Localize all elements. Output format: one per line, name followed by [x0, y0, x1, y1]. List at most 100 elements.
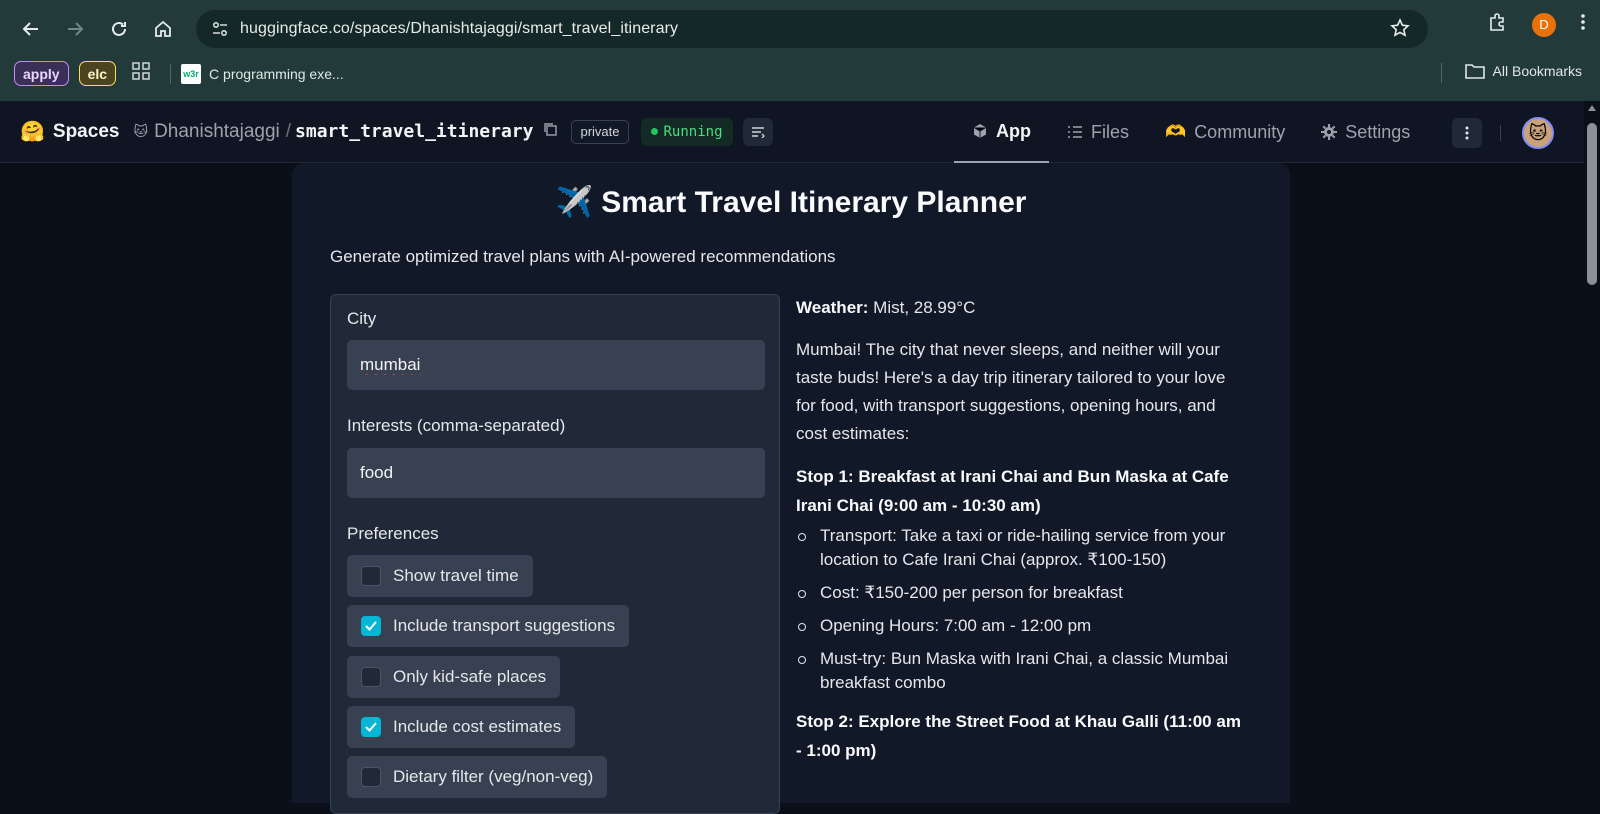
- apps-grid-icon[interactable]: [132, 62, 150, 85]
- gear-icon: [1321, 124, 1338, 140]
- city-label: City: [347, 309, 377, 328]
- copy-icon[interactable]: [543, 122, 558, 141]
- profile-avatar[interactable]: D: [1532, 12, 1556, 37]
- app-description: Generate optimized travel plans with AI-…: [330, 247, 836, 266]
- visibility-badge: private: [571, 119, 629, 144]
- list-item: Must-try: Bun Maska with Irani Chai, a c…: [796, 647, 1246, 695]
- all-bookmarks-button[interactable]: All Bookmarks: [1464, 63, 1582, 79]
- city-input[interactable]: [347, 340, 765, 390]
- checkbox-checked-icon[interactable]: [361, 717, 381, 737]
- tab-files[interactable]: Files: [1049, 101, 1147, 163]
- browser-menu-icon[interactable]: [1580, 12, 1586, 37]
- space-tabs: App Files 🫶 Community Settings: [954, 101, 1428, 163]
- logs-icon: [751, 126, 765, 138]
- home-button[interactable]: [146, 12, 180, 46]
- pref-label: Only kid-safe places: [393, 667, 547, 686]
- bookmark-c-programming[interactable]: C programming exe...: [209, 66, 344, 82]
- app-container: ✈️ Smart Travel Itinerary Planner Genera…: [292, 163, 1290, 814]
- repo-breadcrumb: 🐱 Dhanishtajaggi / smart_travel_itinerar…: [133, 121, 533, 143]
- tab-settings[interactable]: Settings: [1303, 101, 1428, 163]
- forward-button[interactable]: [58, 12, 92, 46]
- back-button[interactable]: [14, 12, 48, 46]
- address-bar[interactable]: huggingface.co/spaces/Dhanishtajaggi/sma…: [196, 10, 1428, 48]
- logs-button[interactable]: [742, 117, 773, 146]
- checkbox-unchecked-icon[interactable]: [361, 767, 381, 787]
- pref-kid-safe[interactable]: Only kid-safe places: [347, 656, 561, 698]
- reload-button[interactable]: [102, 12, 136, 46]
- tab-app-label: App: [996, 120, 1031, 141]
- hugging-face-icon: 🤗: [20, 121, 45, 143]
- spaces-brand: Spaces: [52, 120, 120, 142]
- scroll-up-arrow-icon[interactable]: [1588, 105, 1596, 111]
- browser-chrome: huggingface.co/spaces/Dhanishtajaggi/sma…: [0, 0, 1600, 101]
- list-item: Opening Hours: 7:00 am - 12:00 pm: [796, 614, 1246, 638]
- pref-show-travel-time[interactable]: Show travel time: [347, 555, 533, 597]
- status-dot-icon: [650, 128, 658, 135]
- kebab-menu-icon: [1465, 126, 1469, 140]
- cube-icon: [973, 124, 987, 138]
- bookmarks-bar: apply elc w3r C programming exe... All B…: [0, 52, 1600, 95]
- extensions-icon[interactable]: [1488, 12, 1508, 37]
- preferences-label: Preferences: [347, 524, 439, 543]
- pref-include-transport[interactable]: Include transport suggestions: [347, 605, 630, 647]
- list-item: Cost: ₹150-200 per person for breakfast: [796, 581, 1246, 605]
- breadcrumb-separator: /: [285, 120, 292, 142]
- more-options-button[interactable]: [1452, 118, 1482, 148]
- pref-label: Include cost estimates: [393, 717, 562, 736]
- owner-avatar-icon: 🐱: [133, 123, 149, 139]
- status-text: Running: [663, 123, 723, 140]
- header-separator: [1500, 125, 1501, 141]
- interests-label: Interests (comma-separated): [347, 416, 566, 435]
- checkbox-unchecked-icon[interactable]: [361, 667, 381, 687]
- tab-community[interactable]: 🫶 Community: [1147, 101, 1303, 163]
- arrow-left-icon: [22, 22, 38, 36]
- home-icon: [155, 20, 171, 37]
- user-avatar[interactable]: 🐱: [1522, 117, 1554, 149]
- interests-input[interactable]: [347, 448, 765, 498]
- list-item: Transport: Take a taxi or ride-hailing s…: [796, 524, 1246, 572]
- spaces-logo[interactable]: 🤗 Spaces: [20, 119, 119, 144]
- checkbox-checked-icon[interactable]: [361, 616, 381, 636]
- bookmark-separator: [170, 63, 172, 84]
- bookmark-star-icon[interactable]: [1390, 18, 1410, 43]
- scroll-thumb[interactable]: [1587, 123, 1597, 285]
- weather-value: Mist, 28.99°C: [868, 298, 976, 317]
- all-bookmarks-label: All Bookmarks: [1492, 63, 1582, 79]
- pref-label: Dietary filter (veg/non-veg): [393, 767, 594, 786]
- tab-files-label: Files: [1091, 121, 1130, 142]
- bookmark-elc[interactable]: elc: [78, 61, 117, 86]
- files-icon: [1068, 126, 1082, 138]
- pref-cost-estimates[interactable]: Include cost estimates: [347, 706, 576, 748]
- weather-label: Weather:: [796, 298, 869, 317]
- arrow-right-icon: [68, 22, 84, 36]
- stop-heading: Stop 2: Explore the Street Food at Khau …: [796, 712, 1241, 760]
- itinerary-intro: Mumbai! The city that never sleeps, and …: [796, 340, 1226, 443]
- bookmark-apply[interactable]: apply: [14, 61, 69, 86]
- checkbox-unchecked-icon[interactable]: [361, 566, 381, 586]
- spaces-header: 🤗 Spaces 🐱 Dhanishtajaggi / smart_travel…: [0, 101, 1600, 163]
- url-text[interactable]: huggingface.co/spaces/Dhanishtajaggi/sma…: [240, 20, 678, 38]
- bookmark-separator-right: [1441, 63, 1442, 83]
- tab-community-label: Community: [1194, 121, 1286, 142]
- pref-dietary-filter[interactable]: Dietary filter (veg/non-veg): [347, 756, 608, 798]
- stop-heading: Stop 1: Breakfast at Irani Chai and Bun …: [796, 467, 1229, 515]
- input-form-panel: City Interests (comma-separated) Prefere…: [330, 294, 780, 814]
- owner-link[interactable]: Dhanishtajaggi: [154, 121, 280, 143]
- site-info-icon[interactable]: [200, 20, 240, 38]
- browser-toolbar-right: D: [1488, 12, 1586, 37]
- stop-details-list: Transport: Take a taxi or ride-hailing s…: [796, 524, 1246, 695]
- w3schools-favicon-icon: w3r: [181, 63, 202, 84]
- page-scrollbar[interactable]: [1584, 101, 1600, 788]
- itinerary-output: Weather: Mist, 28.99°C Mumbai! The city …: [796, 294, 1246, 765]
- tab-app[interactable]: App: [954, 101, 1049, 163]
- community-icon: 🫶: [1165, 122, 1187, 141]
- pref-label: Include transport suggestions: [393, 616, 616, 635]
- reload-icon: [112, 21, 126, 36]
- weather-line: Weather: Mist, 28.99°C: [796, 294, 1246, 322]
- repo-name[interactable]: smart_travel_itinerary: [295, 121, 533, 142]
- tab-settings-label: Settings: [1345, 121, 1411, 142]
- status-badge[interactable]: Running: [640, 117, 733, 146]
- folder-icon: [1464, 64, 1485, 79]
- app-title: ✈️ Smart Travel Itinerary Planner: [555, 186, 1027, 219]
- pref-label: Show travel time: [393, 566, 519, 585]
